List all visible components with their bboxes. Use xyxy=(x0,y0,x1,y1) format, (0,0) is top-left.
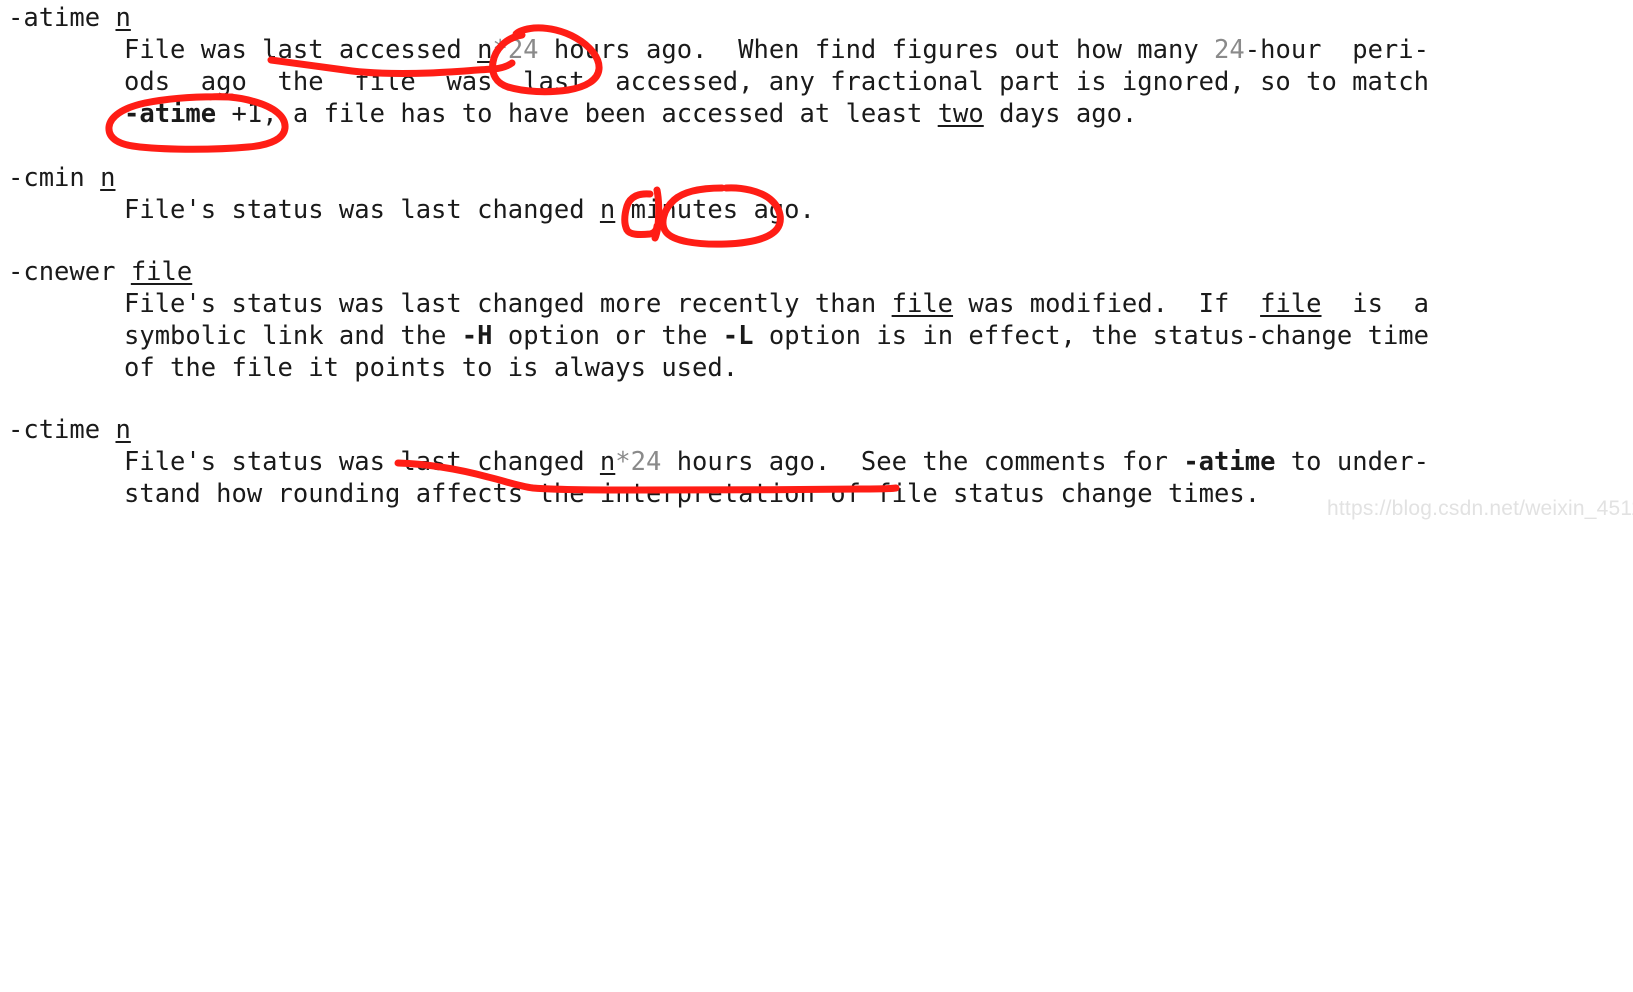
option-name-cmin: -cmin xyxy=(8,163,85,193)
text-segment-n: n xyxy=(599,195,616,225)
ctime-line-2: stand how rounding affects the interpret… xyxy=(124,478,1260,510)
atime-line-1: File was last accessed n*24 hours ago. W… xyxy=(124,34,1429,66)
text-segment-two: two xyxy=(937,99,984,129)
text-segment: stand how rounding affects the interpret… xyxy=(124,479,1261,509)
term-atime: -atime n xyxy=(8,2,131,34)
term-cnewer: -cnewer file xyxy=(8,256,192,288)
text-segment-H-flag: -H xyxy=(461,321,493,351)
text-segment: is a xyxy=(1321,289,1429,319)
text-segment: days ago. xyxy=(983,99,1138,129)
option-arg-ctime: n xyxy=(115,415,131,445)
text-segment-L-flag: -L xyxy=(722,321,754,351)
text-segment: option or the xyxy=(492,321,723,351)
text-segment: hours ago. When find figures out how man… xyxy=(538,35,1215,65)
text-segment: to under- xyxy=(1275,447,1429,477)
term-ctime: -ctime n xyxy=(8,414,131,446)
atime-line-2: ods ago the file was last accessed, any … xyxy=(124,66,1429,98)
text-segment: , a file has to have been accessed at le… xyxy=(262,99,938,129)
term-cmin: -cmin n xyxy=(8,162,115,194)
option-arg-cnewer: file xyxy=(130,257,193,287)
text-segment: File's status was last changed xyxy=(124,195,600,225)
cmin-line-1: File's status was last changed n minutes… xyxy=(124,194,815,226)
text-segment-atime-bold: -atime xyxy=(124,99,217,129)
text-segment-last-accessed: last accessed xyxy=(262,35,478,65)
text-segment-minutes: minutes ago. xyxy=(615,195,815,225)
text-segment: ods ago the file was last accessed, any … xyxy=(124,67,1429,97)
option-name-cnewer: -cnewer xyxy=(8,257,116,287)
cnewer-line-3: of the file it points to is always used. xyxy=(124,352,738,384)
cnewer-line-1: File's status was last changed more rece… xyxy=(124,288,1429,320)
text-segment-plus-1: +1 xyxy=(216,99,263,129)
text-segment-atime-bold: -atime xyxy=(1183,447,1276,477)
option-arg-atime: n xyxy=(115,3,131,33)
text-segment-times-24: *24 xyxy=(492,35,539,65)
option-spacer xyxy=(85,163,100,193)
ctime-line-1: File's status was last changed n*24 hour… xyxy=(124,446,1429,478)
text-segment: symbolic link and the xyxy=(124,321,462,351)
text-segment: was modified. If xyxy=(953,289,1261,319)
text-segment: File's status was last changed more rece… xyxy=(124,289,892,319)
text-segment-times-24: *24 xyxy=(615,447,662,477)
man-page-text: -atime n File was last accessed n*24 hou… xyxy=(0,0,1633,545)
option-name-atime: -atime xyxy=(8,3,101,33)
text-segment-24: 24 xyxy=(1214,35,1245,65)
option-spacer xyxy=(100,415,115,445)
watermark-url: https://blog.csdn.net/weixin_45116657 xyxy=(1327,497,1633,520)
option-spacer xyxy=(100,3,115,33)
atime-line-3: -atime +1, a file has to have been acces… xyxy=(124,98,1137,130)
text-segment: of the file it points to is always used. xyxy=(124,353,739,383)
text-segment: File was xyxy=(124,35,263,65)
option-arg-cmin: n xyxy=(100,163,116,193)
text-segment-file: file xyxy=(891,289,954,319)
option-name-ctime: -ctime xyxy=(8,415,101,445)
text-segment: hours ago. See the comments for xyxy=(661,447,1184,477)
text-segment: option is in effect, the status-change t… xyxy=(753,321,1430,351)
text-segment-n: n xyxy=(599,447,616,477)
text-segment-file: file xyxy=(1260,289,1322,319)
option-spacer xyxy=(115,257,130,287)
text-segment: -hour peri- xyxy=(1244,35,1429,65)
text-segment-n: n xyxy=(477,35,493,65)
cnewer-line-2: symbolic link and the -H option or the -… xyxy=(124,320,1429,352)
text-segment: File's status was last changed xyxy=(124,447,600,477)
